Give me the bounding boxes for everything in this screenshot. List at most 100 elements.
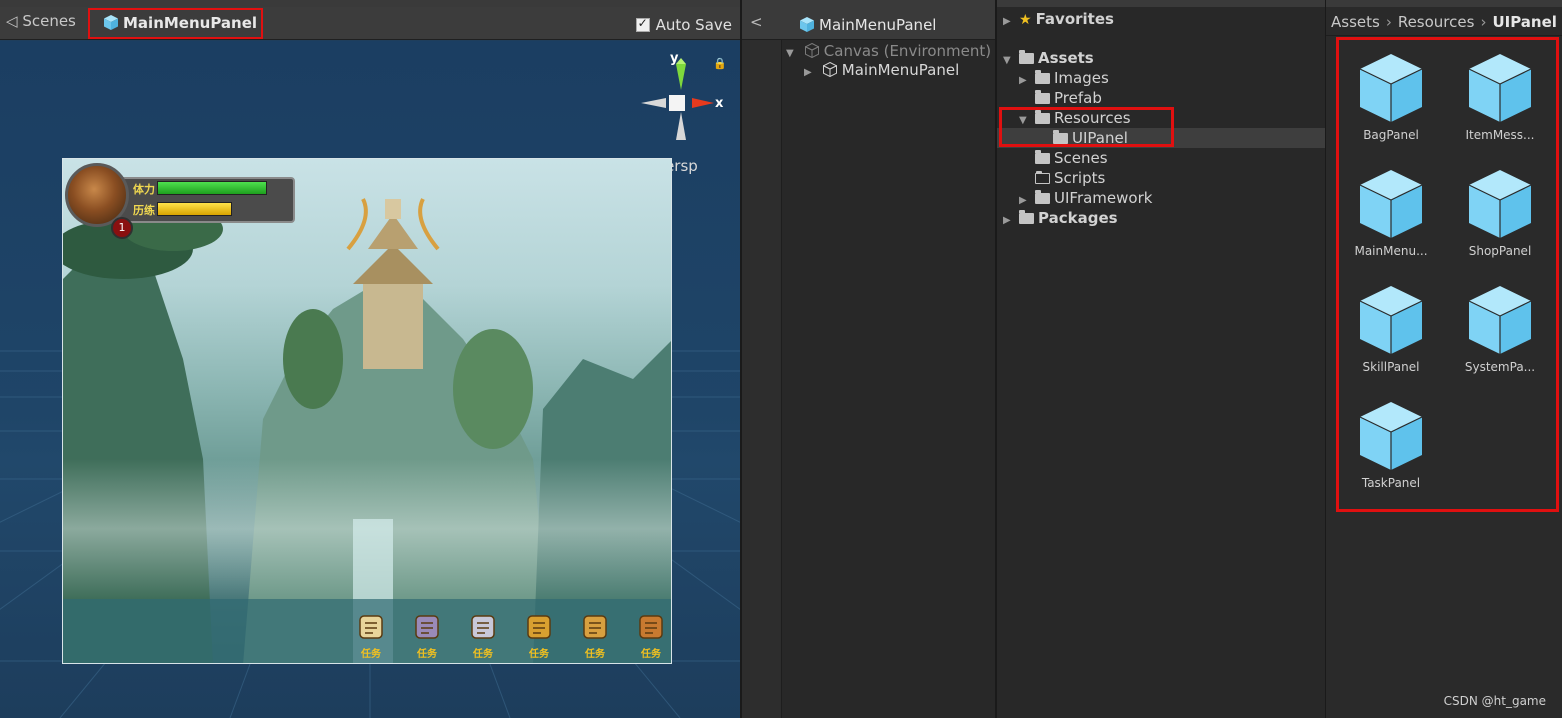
breadcrumb-assets[interactable]: Assets	[1331, 13, 1380, 31]
folder-icon	[1035, 190, 1050, 204]
folder-icon	[1035, 150, 1050, 164]
tree-item-prefab[interactable]: Prefab	[1035, 88, 1102, 108]
project-folder-tree: ▶ ★ Favorites ▼ Assets ▶ Images Prefab ▼ Reso…	[995, 0, 1327, 718]
project-top-strip	[997, 0, 1327, 7]
breadcrumb-uipanel[interactable]: UIPanel	[1492, 13, 1556, 31]
tree-item-favorites[interactable]: ▶ ★ Favorites	[1003, 9, 1114, 29]
expand-arrow-icon[interactable]: ▼	[1003, 51, 1019, 71]
landscape-background-image	[63, 198, 671, 663]
tree-item-scenes[interactable]: Scenes	[1035, 148, 1108, 168]
asset-label: MainMenu...	[1354, 244, 1428, 258]
menu-button-label: 任务	[417, 649, 437, 660]
asset-breadcrumb: Assets › Resources › UIPanel	[1326, 8, 1562, 36]
asset-mainmenupanel[interactable]: MainMenu...	[1339, 168, 1443, 258]
menu-button-1[interactable]: 任务	[407, 611, 447, 663]
asset-shoppanel[interactable]: ShopPanel	[1448, 168, 1552, 258]
crossed-swords-icon	[471, 615, 495, 639]
menu-button-4[interactable]: 任务	[575, 611, 615, 663]
asset-label: ShopPanel	[1468, 244, 1532, 258]
hierarchy-gutter	[742, 40, 782, 718]
asset-label: TaskPanel	[1361, 476, 1421, 490]
collapse-arrow-icon[interactable]: ▶	[1003, 211, 1019, 231]
folder-icon	[1035, 90, 1050, 104]
assets-top-strip	[1326, 0, 1562, 7]
asset-systempanel[interactable]: SystemPa...	[1448, 284, 1552, 374]
game-canvas-preview: 1 体力 历练 任务 任务 任务 任务 任务 任务	[62, 158, 672, 664]
asset-itemmessage[interactable]: ItemMess...	[1448, 52, 1552, 142]
stamina-label: 体力	[133, 183, 155, 196]
folder-empty-icon	[1035, 171, 1050, 184]
asset-label: BagPanel	[1363, 128, 1419, 142]
folder-icon	[1019, 210, 1034, 224]
prefab-cube-icon	[1468, 286, 1532, 354]
asset-label: SystemPa...	[1464, 360, 1536, 374]
gizmo-x-label: x	[715, 96, 724, 111]
prefab-cube-icon	[1468, 170, 1532, 238]
prefab-cube-icon	[800, 17, 814, 32]
treasure-chest-icon	[583, 615, 607, 639]
lock-icon[interactable]: 🔒	[713, 57, 727, 70]
expand-arrow-icon[interactable]: ▼	[786, 44, 800, 64]
tree-item-assets[interactable]: ▼ Assets	[1003, 48, 1094, 68]
menu-button-label: 任务	[585, 649, 605, 660]
menu-button-3[interactable]: 任务	[519, 611, 559, 663]
tree-item-scripts[interactable]: Scripts	[1035, 168, 1105, 188]
prefab-header: < MainMenuPanel	[742, 7, 995, 40]
hierarchy-panel: < MainMenuPanel ▼ Canvas (Environment) ▶…	[740, 0, 997, 718]
tree-item-images[interactable]: ▶ Images	[1019, 68, 1109, 88]
collapse-arrow-icon[interactable]: ▶	[1019, 71, 1035, 91]
scene-top-toolbar-strip	[0, 0, 740, 7]
hierarchy-row-canvas[interactable]: ▼ Canvas (Environment)	[786, 41, 991, 61]
breadcrumb-scenes[interactable]: ◁ Scenes	[6, 8, 76, 34]
gizmo-y-label: y	[670, 51, 679, 66]
prefab-cube-icon	[1359, 170, 1423, 238]
prefab-cube-icon	[1359, 286, 1423, 354]
prefab-cube-icon	[1359, 402, 1423, 470]
experience-bar	[157, 202, 232, 216]
asset-label: SkillPanel	[1362, 360, 1420, 374]
asset-bagpanel[interactable]: BagPanel	[1339, 52, 1443, 142]
breadcrumb-separator-icon: ›	[1385, 13, 1392, 31]
resources-highlight-box	[999, 107, 1174, 147]
folder-icon	[1035, 70, 1050, 84]
scene-view[interactable]: ◁ Scenes MainMenuPanel Auto Save	[0, 0, 740, 718]
checkbox-icon[interactable]	[635, 16, 650, 32]
menu-button-0[interactable]: 任务	[351, 611, 391, 663]
collapse-arrow-icon[interactable]: ▶	[1003, 12, 1019, 32]
level-badge: 1	[111, 217, 133, 239]
prefab-cube-icon	[104, 15, 118, 30]
gameobject-icon	[804, 43, 819, 58]
stamina-bar	[157, 181, 267, 195]
asset-skillpanel[interactable]: SkillPanel	[1339, 284, 1443, 374]
menu-button-2[interactable]: 任务	[463, 611, 503, 663]
breadcrumb-prefab-mainmenupanel[interactable]: MainMenuPanel	[88, 8, 263, 39]
tree-item-packages[interactable]: ▶ Packages	[1003, 208, 1118, 228]
folder-open-icon	[1019, 50, 1034, 64]
prefab-cube-icon	[1359, 54, 1423, 122]
hierarchy-top-strip	[742, 0, 997, 7]
hierarchy-row-mainmenupanel[interactable]: ▶ MainMenuPanel	[804, 60, 959, 80]
backpack-icon	[639, 615, 663, 639]
auto-save-toggle[interactable]: Auto Save	[635, 16, 732, 34]
breadcrumb-separator-icon: ›	[1480, 13, 1487, 31]
menu-button-label: 任务	[529, 649, 549, 660]
experience-label: 历练	[133, 204, 155, 217]
tree-item-uiframework[interactable]: ▶ UIFramework	[1019, 188, 1152, 208]
menu-button-label: 任务	[641, 649, 661, 660]
asset-taskpanel[interactable]: TaskPanel	[1339, 400, 1443, 490]
watermark: CSDN @ht_game	[1443, 694, 1546, 708]
breadcrumb-resources[interactable]: Resources	[1398, 13, 1475, 31]
player-status-hud: 1 体力 历练	[65, 163, 295, 239]
gameobject-icon	[822, 62, 837, 77]
menu-button-5[interactable]: 任务	[631, 611, 671, 663]
menu-button-label: 任务	[473, 649, 493, 660]
gear-gem-icon	[415, 615, 439, 639]
menu-button-label: 任务	[361, 649, 381, 660]
star-icon: ★	[1019, 12, 1032, 28]
project-asset-view: Assets › Resources › UIPanel BagPanel ItemMes…	[1325, 0, 1562, 718]
prefab-cube-icon	[1468, 54, 1532, 122]
back-arrow-icon[interactable]: <	[750, 13, 763, 31]
asset-label: ItemMess...	[1465, 128, 1535, 142]
prefab-title: MainMenuPanel	[800, 16, 936, 34]
collapse-arrow-icon[interactable]: ▶	[804, 63, 818, 83]
